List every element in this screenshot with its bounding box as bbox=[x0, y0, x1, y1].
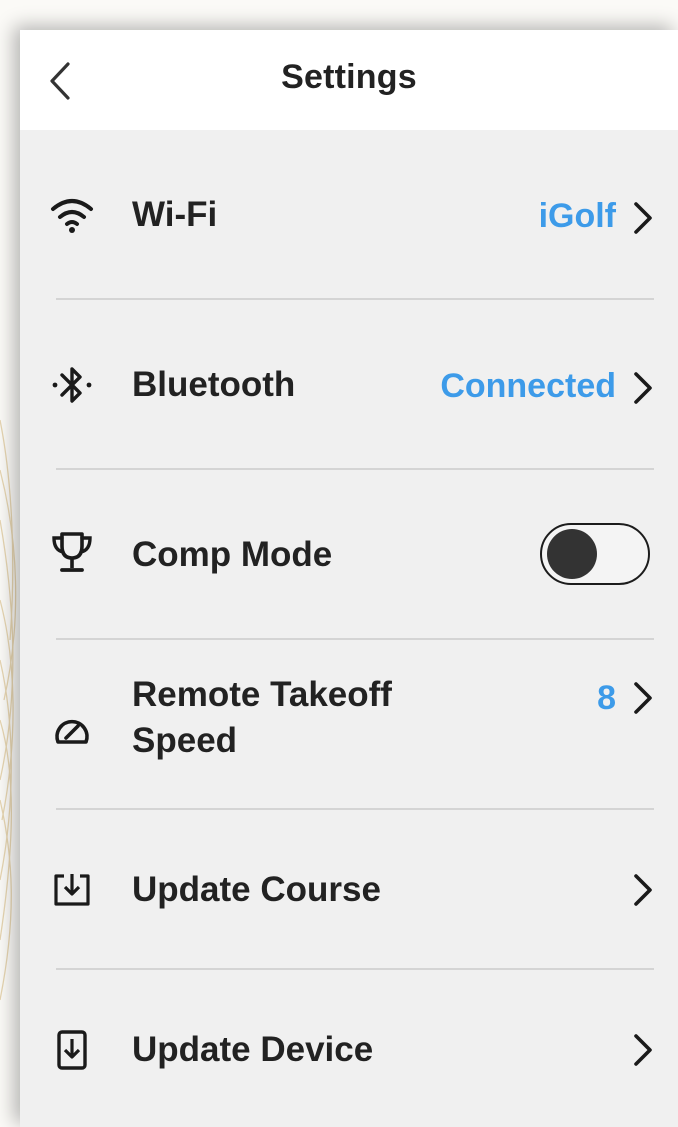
comp-mode-row: Comp Mode bbox=[20, 470, 678, 640]
update-course-label: Update Course bbox=[132, 870, 381, 909]
page-title: Settings bbox=[281, 58, 417, 96]
settings-panel: Settings Wi-Fi iGolf Bluetooth Connected… bbox=[20, 30, 678, 1127]
wifi-icon bbox=[50, 193, 94, 237]
bluetooth-status-value: Connected bbox=[440, 367, 616, 405]
bluetooth-icon bbox=[50, 363, 94, 407]
remote-takeoff-speed-value: 8 bbox=[597, 679, 616, 717]
remote-takeoff-speed-row[interactable]: Remote Takeoff Speed 8 bbox=[20, 640, 678, 810]
chevron-right-icon bbox=[634, 372, 652, 404]
wifi-label: Wi-Fi bbox=[132, 195, 218, 234]
label-line: Speed bbox=[132, 721, 238, 760]
download-box-icon bbox=[50, 868, 94, 912]
comp-mode-label: Comp Mode bbox=[132, 535, 333, 574]
chevron-right-icon bbox=[634, 874, 652, 906]
update-course-row[interactable]: Update Course bbox=[20, 810, 678, 970]
speedometer-icon bbox=[50, 710, 94, 754]
app-screen: Settings Wi-Fi iGolf Bluetooth Connected… bbox=[0, 0, 678, 1127]
wifi-network-value: iGolf bbox=[538, 197, 616, 235]
navigation-bar: Settings bbox=[20, 30, 678, 130]
wifi-row[interactable]: Wi-Fi iGolf bbox=[20, 130, 678, 300]
bluetooth-row[interactable]: Bluetooth Connected bbox=[20, 300, 678, 470]
bluetooth-label: Bluetooth bbox=[132, 365, 296, 404]
chevron-right-icon bbox=[634, 202, 652, 234]
device-download-icon bbox=[50, 1028, 94, 1072]
toggle-knob bbox=[547, 529, 597, 579]
comp-mode-toggle[interactable] bbox=[540, 523, 650, 585]
trophy-icon bbox=[50, 531, 94, 575]
update-device-row[interactable]: Update Device bbox=[20, 970, 678, 1127]
chevron-right-icon bbox=[634, 682, 652, 714]
update-device-label: Update Device bbox=[132, 1030, 374, 1069]
chevron-right-icon bbox=[634, 1034, 652, 1066]
remote-takeoff-speed-label: Remote Takeoff Speed bbox=[132, 672, 392, 764]
label-line: Remote Takeoff bbox=[132, 675, 392, 714]
